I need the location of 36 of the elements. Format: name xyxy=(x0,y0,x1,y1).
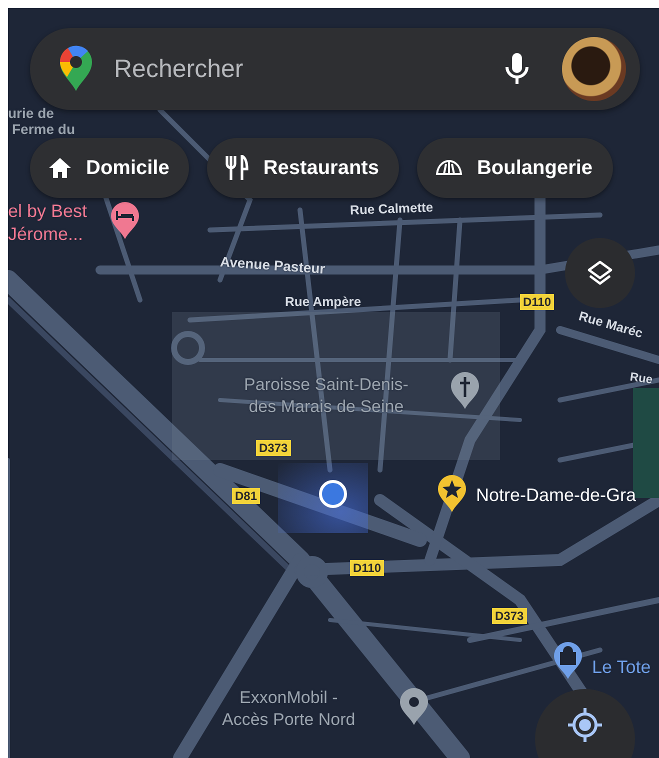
bag-pin-icon[interactable] xyxy=(553,642,583,680)
croissant-icon xyxy=(434,159,463,177)
place-name: ExxonMobil - xyxy=(238,687,339,709)
street-label: Ferme du xyxy=(12,122,76,136)
bed-pin-icon[interactable] xyxy=(110,202,140,240)
street-label: Rue Maréc xyxy=(577,309,644,340)
home-icon xyxy=(48,157,72,179)
road-number: D110 xyxy=(350,560,384,576)
category-chip[interactable]: Restaurants xyxy=(207,138,399,198)
road-number: D373 xyxy=(256,440,291,456)
street-label: Rue Calmette xyxy=(350,200,434,216)
category-chip[interactable]: Domicile xyxy=(30,138,190,198)
search-field[interactable]: Rechercher xyxy=(114,50,484,88)
road-number: D373 xyxy=(492,608,527,624)
street-label: Rue Ampère xyxy=(285,295,362,308)
map-pin-logo-icon xyxy=(58,45,94,93)
road-number: D81 xyxy=(232,488,260,504)
place-name: Paroisse Saint-Denis- xyxy=(244,374,408,396)
place-name: Jérome... xyxy=(8,223,84,246)
location-dot xyxy=(319,480,347,508)
place-pin-icon[interactable] xyxy=(399,688,429,726)
street-label: Avenue Pasteur xyxy=(220,254,326,276)
place-name: Notre-Dame-de-Gra xyxy=(476,484,636,507)
place-name: des Marais de Seine xyxy=(248,396,405,418)
cross-pin-icon[interactable] xyxy=(450,372,480,410)
place-name: Accès Porte Nord xyxy=(222,709,356,732)
microphone-icon[interactable] xyxy=(504,51,530,87)
category-chip[interactable]: Boulangerie xyxy=(416,138,613,198)
place-name: el by Best xyxy=(8,200,88,223)
street-label: Rue xyxy=(629,370,654,386)
road-number: D110 xyxy=(520,294,554,310)
fork-knife-icon xyxy=(225,155,250,181)
avatar[interactable] xyxy=(562,37,626,101)
crosshair-icon xyxy=(565,705,605,745)
star-pin-icon[interactable] xyxy=(437,475,467,513)
place-name: Le Tote xyxy=(592,656,651,679)
